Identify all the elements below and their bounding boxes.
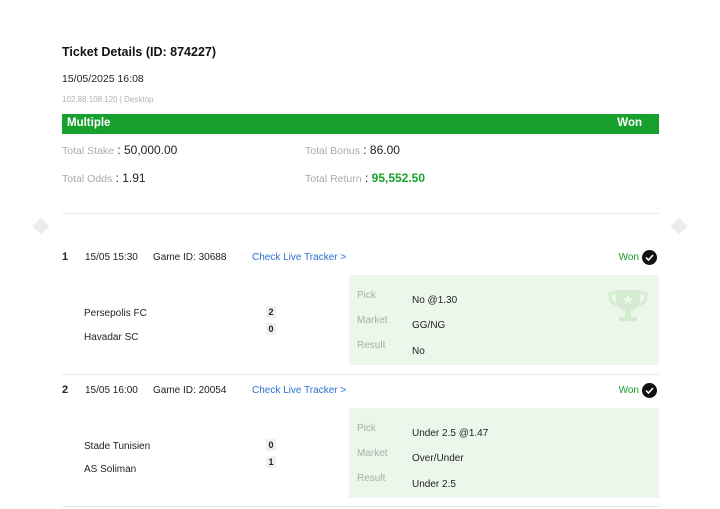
- ticket-datetime: 15/05/2025 16:08: [62, 73, 144, 85]
- result-value: Under 2.5: [412, 479, 456, 490]
- total-odds: Total Odds : 1.91: [62, 171, 146, 185]
- selection-header: 2 15/05 16:00 Game ID: 20054 Check Live …: [62, 383, 659, 400]
- market-label: Market: [357, 315, 388, 326]
- selection-index: 2: [62, 384, 69, 396]
- divider: [62, 506, 659, 507]
- total-odds-label: Total Odds: [62, 173, 113, 185]
- home-team: Persepolis FC: [84, 308, 147, 319]
- total-bonus-value: 86.00: [369, 143, 400, 157]
- pick-details-box: Pick Under 2.5 @1.47 Market Over/Under R…: [349, 408, 659, 498]
- check-live-tracker-link[interactable]: Check Live Tracker >: [252, 252, 346, 263]
- away-team: AS Soliman: [84, 464, 137, 475]
- prev-diamond-icon[interactable]: [32, 217, 50, 235]
- market-label: Market: [357, 448, 388, 459]
- away-score: 0: [266, 323, 276, 335]
- ticket-type: Multiple: [67, 117, 111, 129]
- market-value: GG/NG: [412, 320, 446, 331]
- total-return-label: Total Return: [305, 173, 362, 185]
- home-score: 2: [266, 306, 276, 318]
- total-bonus: Total Bonus : 86.00: [305, 143, 400, 157]
- pick-label: Pick: [357, 290, 376, 301]
- selection-header: 1 15/05 15:30 Game ID: 30688 Check Live …: [62, 250, 659, 267]
- away-team: Havadar SC: [84, 332, 139, 343]
- total-odds-value: 1.91: [122, 171, 146, 185]
- pick-details-box: Pick No @1.30 Market GG/NG Result No: [349, 275, 659, 365]
- selection-status: Won: [618, 252, 639, 263]
- total-stake: Total Stake : 50,000.00: [62, 143, 178, 157]
- total-bonus-label: Total Bonus: [305, 145, 360, 157]
- check-circle-icon: [642, 250, 657, 265]
- home-score: 0: [266, 439, 276, 451]
- ticket-type-bar: Multiple Won: [62, 114, 659, 134]
- check-circle-icon: [642, 383, 657, 398]
- total-stake-value: 50,000.00: [123, 143, 178, 157]
- total-stake-label: Total Stake: [62, 145, 114, 157]
- ticket-meta: 102.88.108.120 | Desktop: [62, 95, 154, 104]
- selection-datetime: 15/05 15:30: [85, 252, 138, 263]
- selection-game-id: Game ID: 20054: [153, 385, 227, 396]
- selection-status: Won: [618, 385, 639, 396]
- away-score: 1: [266, 456, 276, 468]
- pick-label: Pick: [357, 423, 376, 434]
- ticket-title: Ticket Details (ID: 874227): [62, 45, 217, 59]
- ticket-status: Won: [617, 117, 642, 129]
- trophy-icon: [607, 287, 649, 328]
- divider: [62, 374, 659, 375]
- divider: [62, 213, 659, 214]
- result-label: Result: [357, 340, 386, 351]
- next-diamond-icon[interactable]: [670, 217, 688, 235]
- pick-value: Under 2.5 @1.47: [412, 428, 489, 439]
- selection-index: 1: [62, 251, 69, 263]
- selection-datetime: 15/05 16:00: [85, 385, 138, 396]
- total-return-value: 95,552.50: [371, 171, 426, 185]
- result-value: No: [412, 346, 425, 357]
- result-label: Result: [357, 473, 386, 484]
- home-team: Stade Tunisien: [84, 441, 151, 452]
- check-live-tracker-link[interactable]: Check Live Tracker >: [252, 385, 346, 396]
- market-value: Over/Under: [412, 453, 464, 464]
- pick-value: No @1.30: [412, 295, 458, 306]
- selection-game-id: Game ID: 30688: [153, 252, 227, 263]
- total-return: Total Return : 95,552.50: [305, 171, 426, 185]
